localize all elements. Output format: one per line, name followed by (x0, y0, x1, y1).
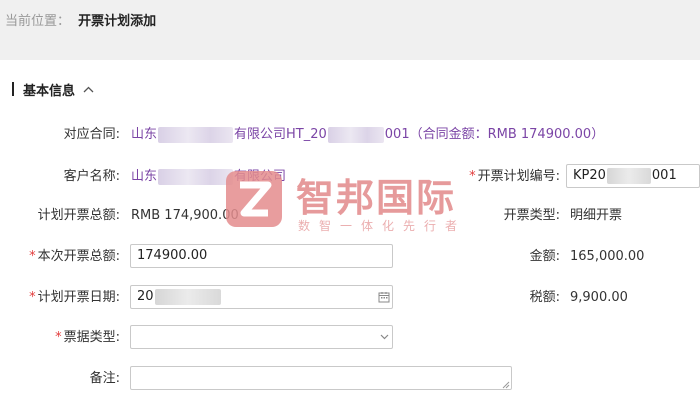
redacted-block (154, 288, 221, 305)
plan-date-label-text: 计划开票日期: (37, 290, 120, 305)
chevron-down-icon[interactable] (378, 330, 390, 344)
watermark-text: 智邦国际 (296, 176, 457, 220)
remark-label-text: 备注: (89, 371, 120, 386)
redacted-block (327, 126, 384, 143)
plan-no-value-prefix: KP20 (573, 168, 606, 183)
resize-handle-icon[interactable] (501, 380, 511, 390)
plan-total-label-text: 计划开票总额: (37, 208, 120, 223)
contract-label-text: 对应合同: (63, 127, 120, 142)
tax-label: 税额: (440, 289, 560, 307)
bill-type-select[interactable] (130, 325, 393, 349)
watermark-subtext: 数智一体化先行者 (298, 219, 467, 233)
plan-no-field[interactable]: KP20 001 (566, 164, 700, 188)
required-mark: * (55, 330, 62, 345)
required-mark: * (29, 290, 36, 305)
tax-label-text: 税额: (529, 290, 560, 305)
contract-label: 对应合同: (20, 126, 120, 144)
amount-label-text: 金额: (529, 249, 560, 264)
redacted-block (158, 168, 234, 185)
contract-value-mid: 有限公司HT_20 (234, 127, 327, 142)
contract-value-prefix: 山东 (131, 127, 158, 142)
remark-label: 备注: (10, 370, 120, 388)
required-mark: * (29, 249, 36, 264)
redacted-block (606, 167, 651, 184)
contract-link[interactable]: 山东 有限公司HT_20 001（合同金额：RMB 174900.00） (131, 126, 604, 144)
remark-textarea[interactable] (130, 366, 512, 390)
plan-total-label: 计划开票总额: (20, 207, 120, 225)
plan-no-value-suffix: 001 (651, 168, 677, 183)
plan-total-value: RMB 174,900.00 (131, 208, 239, 223)
chevron-up-icon[interactable] (83, 86, 94, 93)
customer-value-prefix: 山东 (131, 169, 158, 184)
tax-value: 9,900.00 (570, 290, 628, 305)
plan-no-label-text: 开票计划编号: (477, 169, 560, 184)
plan-date-label: * 计划开票日期: (10, 289, 120, 307)
current-total-label-text: 本次开票总额: (37, 249, 120, 264)
breadcrumb-prefix: 当前位置： (5, 14, 71, 29)
breadcrumb: 当前位置： 开票计划添加 (5, 13, 156, 31)
watermark: 智邦国际 数智一体化先行者 (224, 165, 484, 240)
bill-type-label-text: 票据类型: (63, 330, 120, 345)
top-bar: 当前位置： 开票计划添加 (0, 0, 700, 60)
breadcrumb-current: 开票计划添加 (78, 14, 157, 29)
customer-label-text: 客户名称: (63, 169, 120, 184)
amount-label: 金额: (440, 248, 560, 266)
calendar-icon[interactable] (377, 290, 391, 304)
section-marker (12, 82, 14, 96)
current-total-input[interactable]: 174900.00 (130, 244, 393, 268)
section-header-basic-info[interactable]: 基本信息 (12, 80, 94, 99)
current-total-label: * 本次开票总额: (10, 248, 120, 266)
plan-date-input[interactable]: 20 (130, 285, 393, 309)
amount-value: 165,000.00 (570, 249, 645, 264)
invoice-type-label-text: 开票类型: (503, 208, 560, 223)
section-title: 基本信息 (23, 83, 76, 99)
watermark-logo-icon (226, 171, 282, 227)
customer-label: 客户名称: (20, 168, 120, 186)
redacted-block (158, 126, 234, 143)
contract-value-suffix: 001（合同金额：RMB 174900.00） (384, 127, 605, 142)
invoice-type-value: 明细开票 (570, 208, 623, 223)
bill-type-label: * 票据类型: (10, 329, 120, 347)
plan-date-value-prefix: 20 (137, 289, 154, 304)
